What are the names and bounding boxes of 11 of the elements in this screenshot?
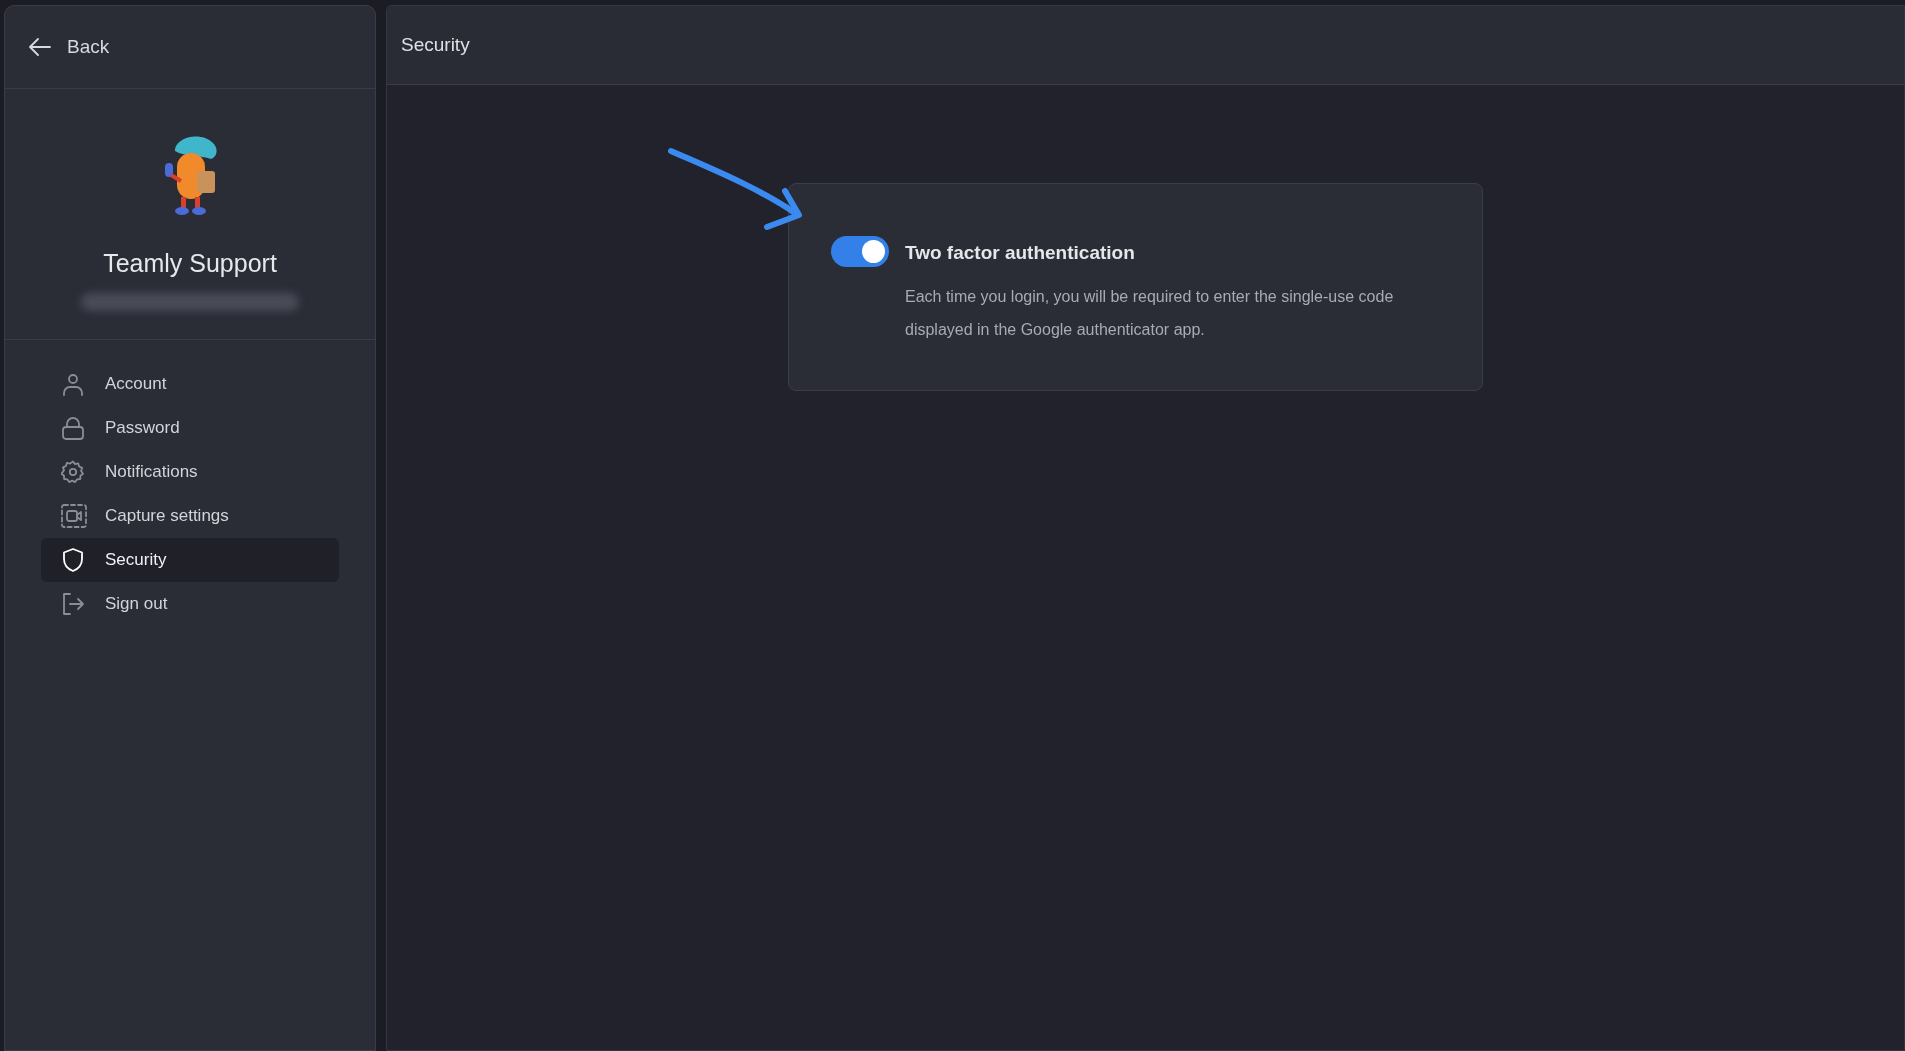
profile-name: Teamly Support <box>103 248 277 279</box>
sidebar-item[interactable]: Password <box>41 405 339 450</box>
back-button[interactable]: Back <box>29 32 110 62</box>
sidebar-item[interactable]: Capture settings <box>41 493 339 538</box>
setting-title: Two factor authentication <box>905 241 1136 265</box>
setting-description: Each time you login, you will be required to enter the single-use code displayed in the Google authenticator app. <box>905 286 1395 340</box>
page-title: Security <box>401 32 470 57</box>
sidebar-item[interactable]: Sign out <box>41 581 339 626</box>
sidebar-item[interactable]: Account <box>41 361 339 406</box>
sidebar-item[interactable]: Notifications <box>41 449 339 494</box>
sidebar-item[interactable]: Security <box>41 537 339 582</box>
